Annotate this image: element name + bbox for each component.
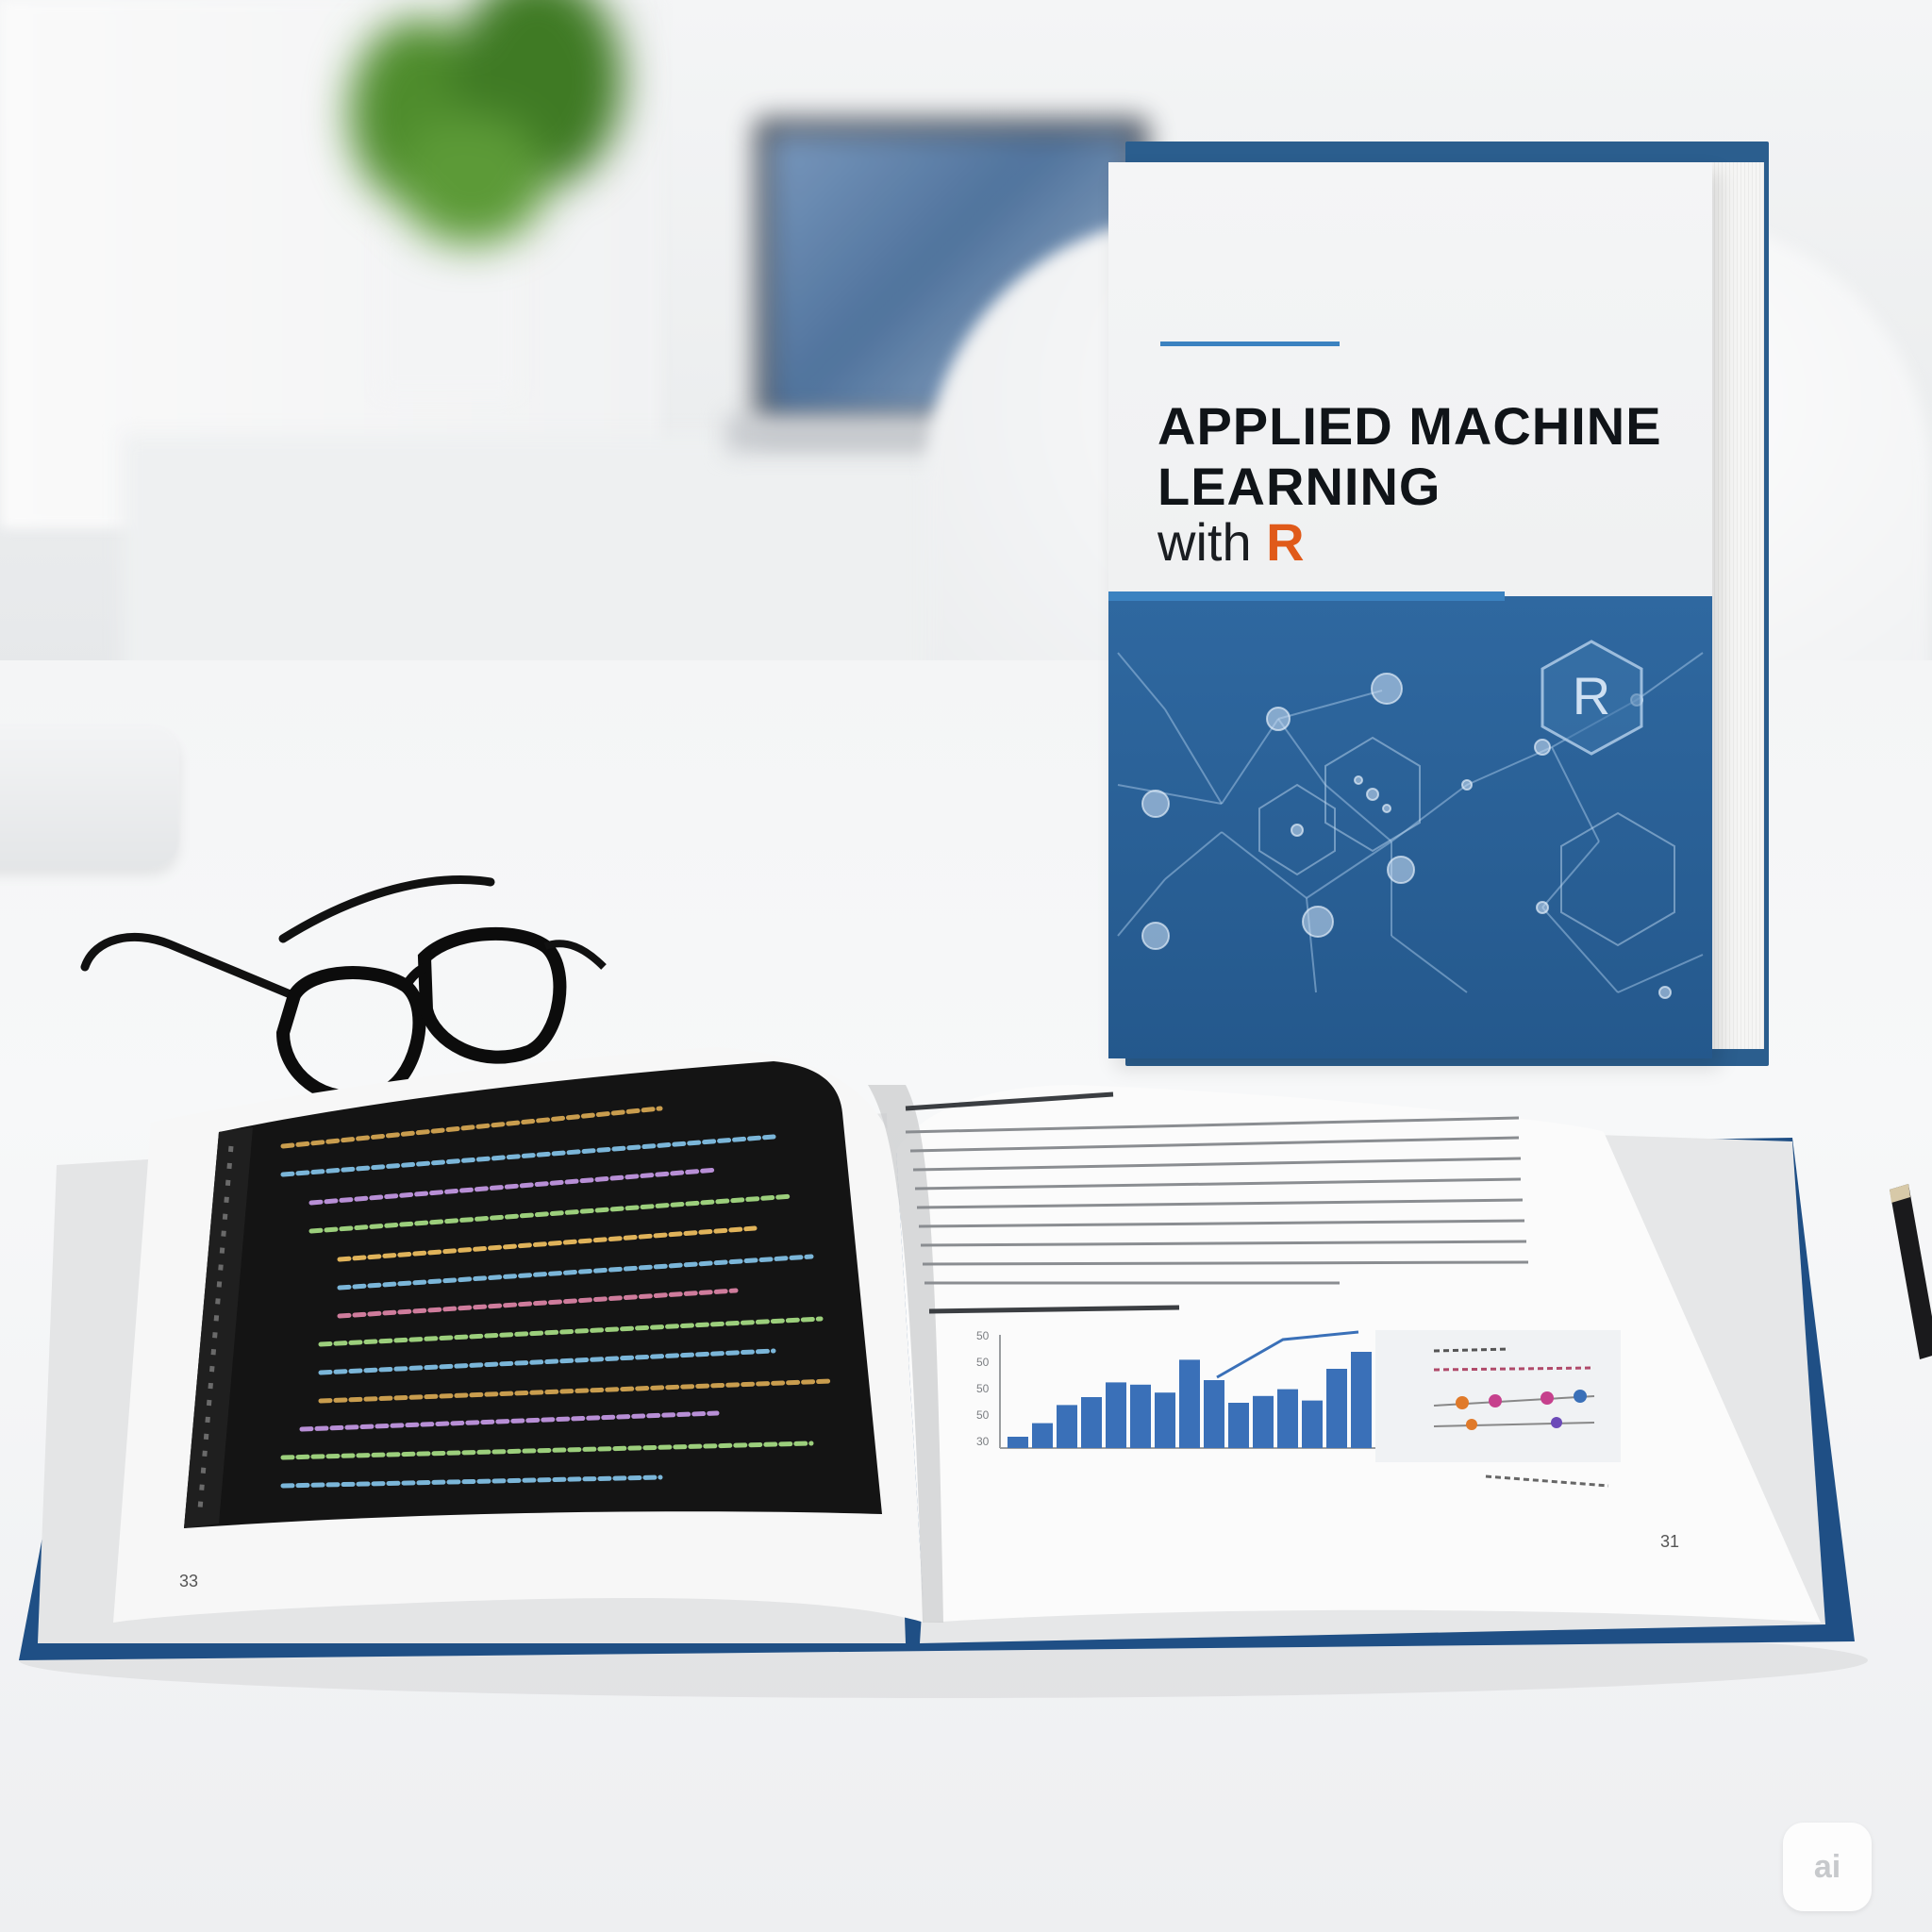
ai-watermark-badge: ai (1783, 1823, 1872, 1911)
chart-bar (1081, 1397, 1102, 1448)
chart-bar (1155, 1392, 1175, 1448)
y-tick-label: 50 (976, 1329, 990, 1342)
ai-watermark-label: ai (1813, 1848, 1841, 1885)
chart-bar (1008, 1437, 1028, 1448)
code-screenshot (184, 1061, 882, 1528)
left-page-number: 33 (179, 1572, 198, 1591)
chart-bar (1032, 1423, 1053, 1448)
desk-scene: APPLIED MACHINE LEARNING with R R 33 50 … (0, 0, 1932, 1932)
chart-bar (1057, 1405, 1077, 1448)
y-tick-label: 50 (976, 1356, 990, 1369)
y-tick-label: 30 (976, 1435, 990, 1448)
right-page-number: 31 (1660, 1532, 1679, 1551)
y-tick-label: 50 (976, 1408, 990, 1422)
chart-bar (1204, 1380, 1224, 1448)
chart-bar (1253, 1395, 1274, 1448)
chart-bar (1179, 1359, 1200, 1448)
chart-bar (1228, 1403, 1249, 1448)
chart-bar (1326, 1369, 1347, 1448)
chart-bar (1277, 1389, 1298, 1448)
chart-bar (1302, 1400, 1323, 1448)
chart-bar (1130, 1384, 1151, 1448)
open-book: 33 50 50 50 50 30 31 (19, 1047, 1868, 1698)
chart-bar (1106, 1382, 1126, 1448)
chart-bar (1351, 1352, 1372, 1448)
y-tick-label: 50 (976, 1382, 990, 1395)
